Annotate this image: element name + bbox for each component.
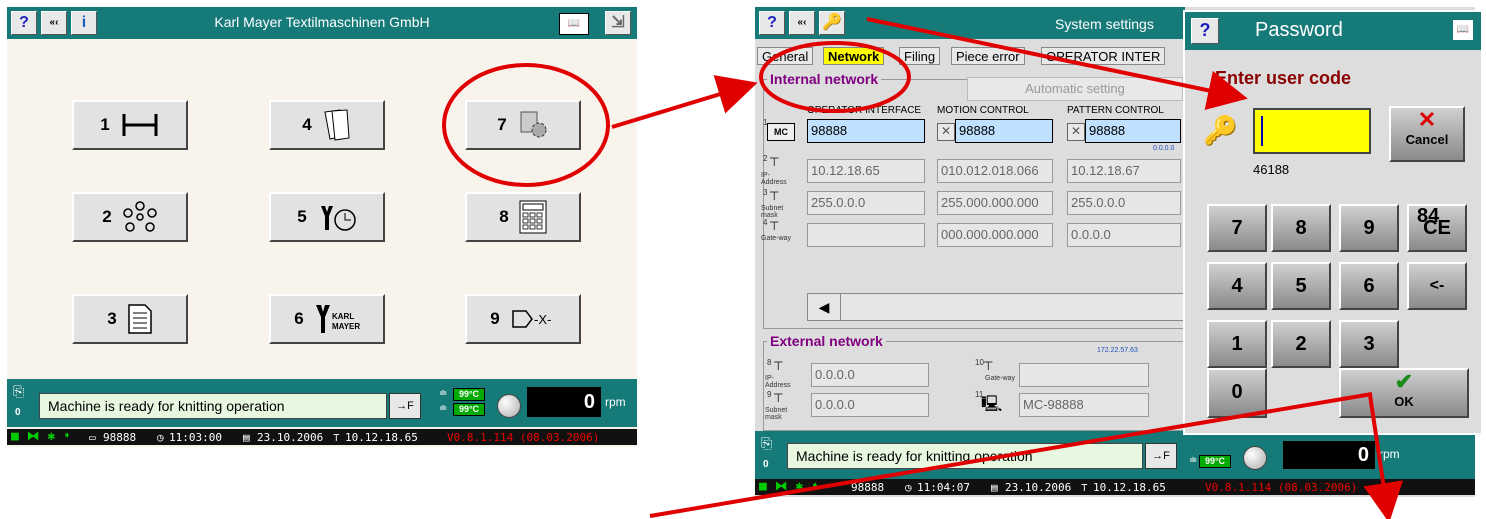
highlight-circle-button-7 <box>442 63 610 187</box>
arrow-to-bottom-left <box>649 392 1373 518</box>
annotation-overlay <box>442 17 1404 519</box>
arrow-to-settings <box>611 75 758 129</box>
arrow-down <box>1363 394 1404 519</box>
highlight-circle-network-tab <box>759 41 911 113</box>
arrow-to-password <box>866 17 1248 111</box>
